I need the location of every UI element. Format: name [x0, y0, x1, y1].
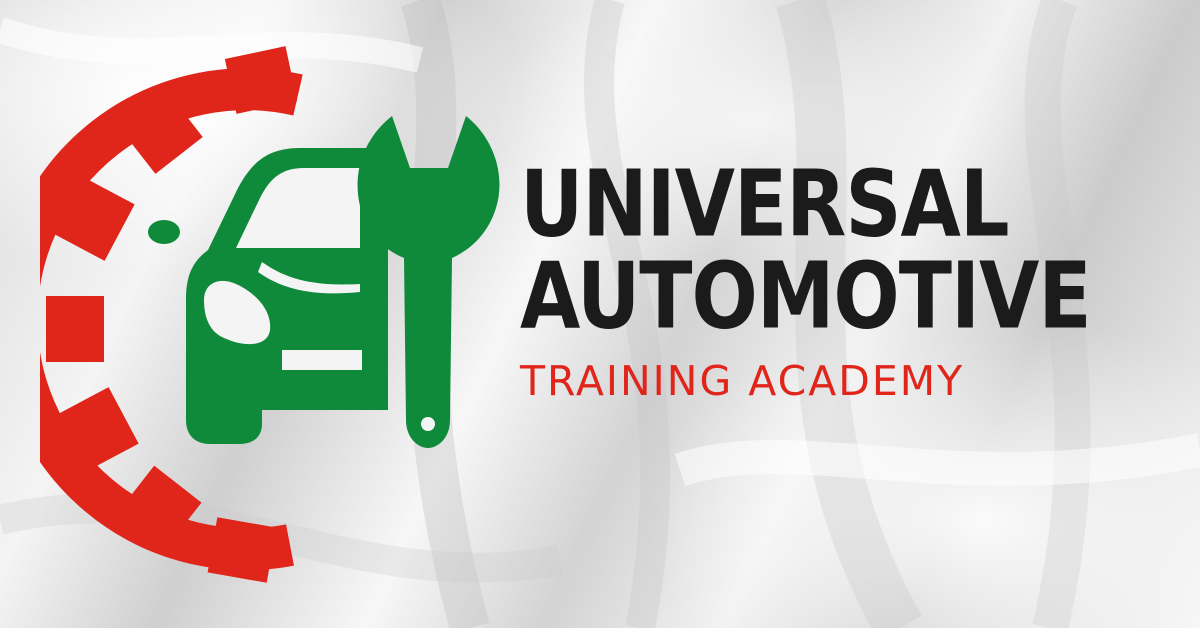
academy-title: UNIVERSAL AUTOMOTIVE TRAINING ACADEMY [520, 151, 1140, 405]
title-universal: UNIVERSAL [520, 151, 1010, 258]
logo-graphic [40, 46, 500, 583]
car-icon [148, 148, 388, 444]
banner: UNIVERSAL AUTOMOTIVE TRAINING ACADEMY [0, 0, 1200, 628]
title-automotive: AUTOMOTIVE [520, 243, 1092, 350]
subtitle-training-academy: TRAINING ACADEMY [520, 357, 965, 405]
